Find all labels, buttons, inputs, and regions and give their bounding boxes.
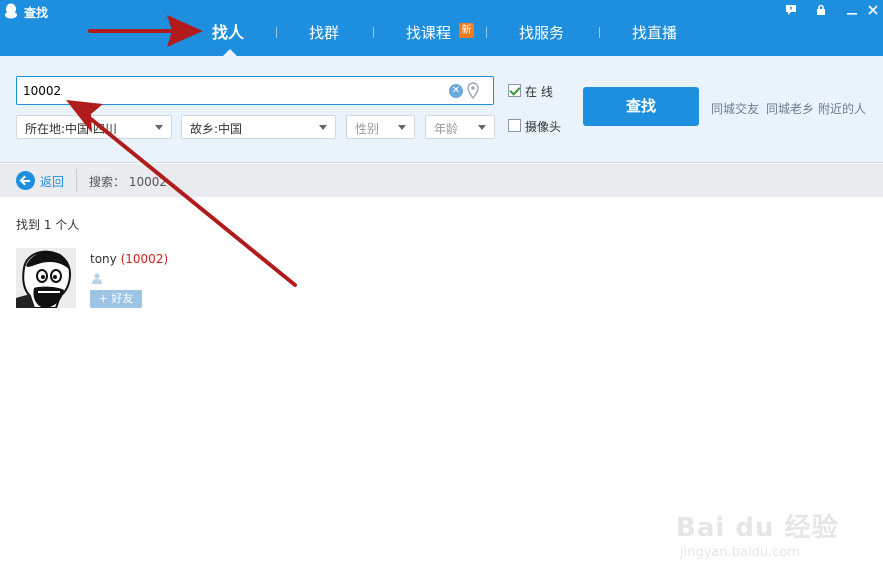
search-box: ✕ bbox=[16, 76, 494, 105]
tab-divider bbox=[276, 27, 277, 38]
result-nickname: tony bbox=[90, 252, 117, 266]
qq-penguin-icon bbox=[5, 3, 17, 19]
minimize-icon[interactable] bbox=[845, 4, 859, 18]
tab-divider bbox=[486, 27, 487, 38]
breadcrumb: 返回 搜索： 10002 bbox=[0, 164, 883, 197]
back-arrow-icon[interactable] bbox=[16, 171, 35, 190]
tab-find-people[interactable]: 找人 bbox=[212, 22, 244, 44]
breadcrumb-divider bbox=[76, 169, 77, 192]
search-summary: 搜索： 10002 bbox=[89, 175, 167, 189]
tab-find-live[interactable]: 找直播 bbox=[632, 22, 677, 44]
age-select[interactable]: 年龄 bbox=[425, 115, 495, 139]
camera-label: 摄像头 bbox=[525, 120, 562, 134]
person-icon bbox=[92, 273, 102, 284]
tab-find-courses[interactable]: 找课程 bbox=[406, 22, 451, 44]
watermark-brand: Bai du 经验 bbox=[676, 513, 839, 543]
tab-find-services[interactable]: 找服务 bbox=[519, 22, 564, 44]
quick-link-fellow-townsmen[interactable]: 同城老乡 bbox=[766, 100, 814, 117]
chevron-down-icon bbox=[319, 125, 327, 130]
tab-find-groups[interactable]: 找群 bbox=[309, 22, 339, 44]
gender-select[interactable]: 性别 bbox=[346, 115, 415, 139]
result-count: 找到 1 个人 bbox=[16, 218, 80, 232]
new-badge: 新 bbox=[459, 23, 474, 38]
result-account-id: (10002) bbox=[120, 252, 169, 266]
feedback-icon[interactable] bbox=[784, 4, 798, 18]
quick-link-nearby-people[interactable]: 附近的人 bbox=[818, 100, 866, 117]
result-name[interactable]: tony (10002) bbox=[90, 252, 168, 266]
hometown-select-value: 故乡:中国 bbox=[190, 122, 243, 136]
quick-link-local-friends[interactable]: 同城交友 bbox=[711, 100, 759, 117]
gender-select-value: 性别 bbox=[355, 122, 380, 136]
camera-checkbox[interactable] bbox=[508, 119, 521, 132]
clear-icon[interactable]: ✕ bbox=[449, 84, 463, 98]
title-tab-bar: 查找 找人 找群 找课程 新 找服务 找直播 bbox=[0, 0, 883, 56]
search-input[interactable] bbox=[23, 82, 443, 100]
lock-icon[interactable] bbox=[814, 4, 828, 18]
chevron-down-icon bbox=[155, 125, 163, 130]
online-checkbox[interactable] bbox=[508, 84, 521, 97]
location-select[interactable]: 所在地:中国 四川 bbox=[16, 115, 172, 139]
close-icon[interactable] bbox=[866, 4, 880, 18]
add-friend-button[interactable]: + 好友 bbox=[90, 290, 142, 308]
online-label: 在 线 bbox=[525, 85, 553, 99]
avatar[interactable] bbox=[16, 248, 76, 308]
back-link[interactable]: 返回 bbox=[40, 173, 64, 190]
location-select-value: 所在地:中国 四川 bbox=[25, 122, 117, 136]
tab-divider bbox=[599, 27, 600, 38]
age-select-value: 年龄 bbox=[434, 122, 459, 136]
window-title: 查找 bbox=[24, 6, 49, 20]
chevron-down-icon bbox=[478, 125, 486, 130]
chevron-down-icon bbox=[398, 125, 406, 130]
active-tab-indicator bbox=[223, 49, 237, 56]
search-panel: ✕ 所在地:中国 四川 故乡:中国 性别 年龄 在 线 摄像头 查找 同城交友 … bbox=[0, 56, 883, 163]
tab-divider bbox=[373, 27, 374, 38]
find-button[interactable]: 查找 bbox=[583, 87, 699, 126]
baidu-watermark: Bai du 经验 jingyan.baidu.com bbox=[676, 505, 846, 569]
list-item: tony (10002) + 好友 bbox=[16, 248, 416, 310]
location-pin-icon[interactable] bbox=[466, 82, 480, 100]
avatar-cartoon-face-icon bbox=[16, 248, 76, 308]
watermark-url: jingyan.baidu.com bbox=[680, 545, 800, 560]
hometown-select[interactable]: 故乡:中国 bbox=[181, 115, 336, 139]
